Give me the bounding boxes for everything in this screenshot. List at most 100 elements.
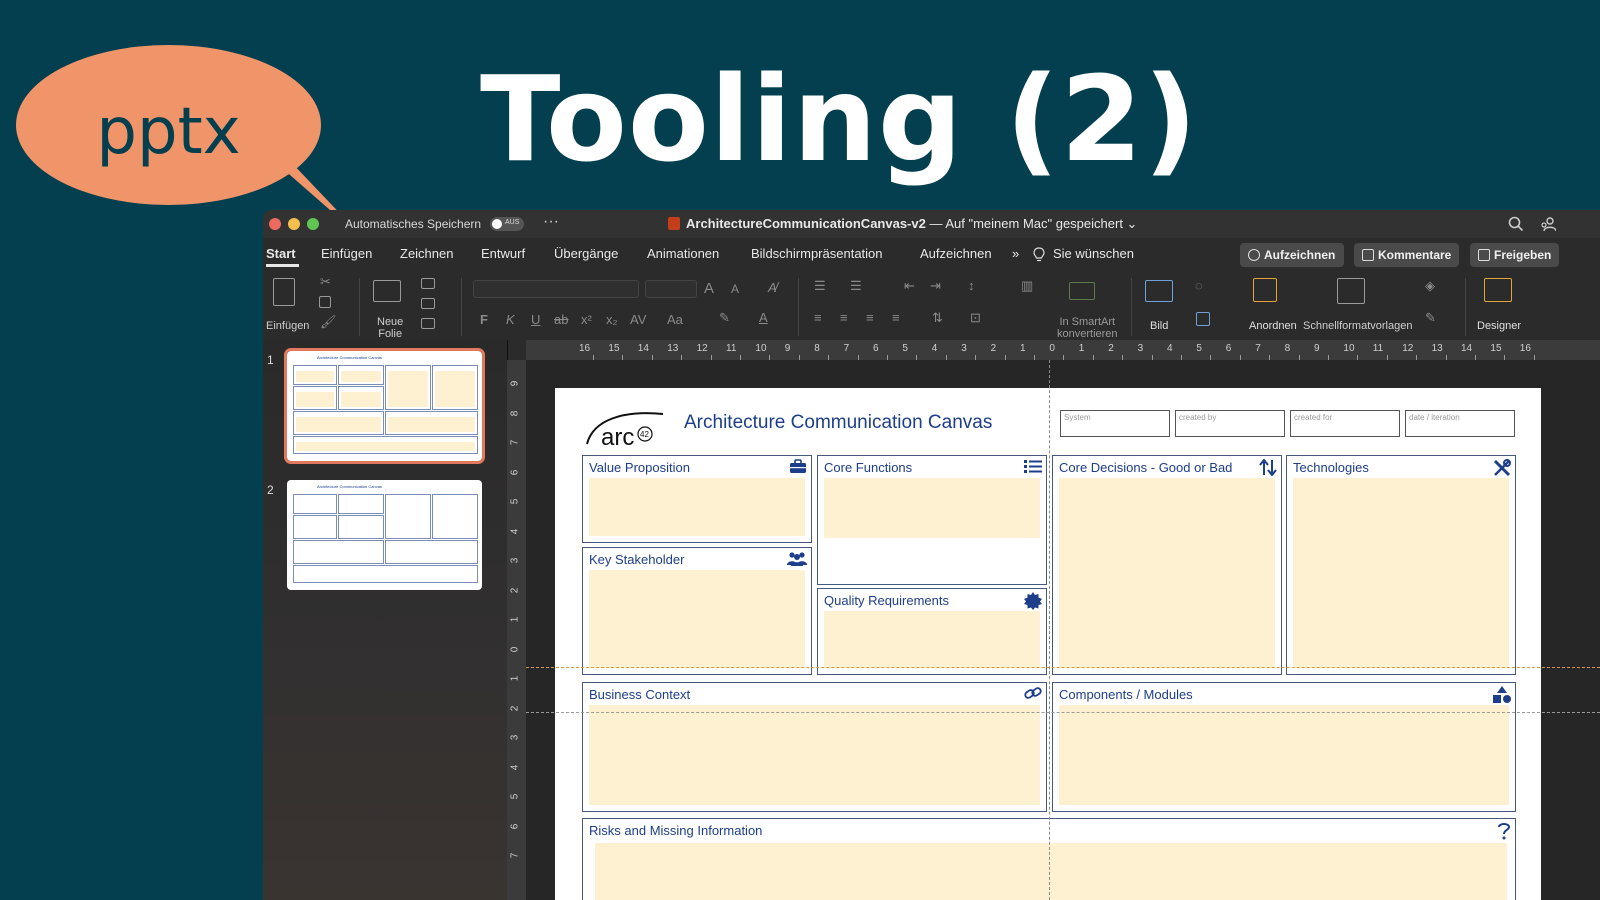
zoom-window-button[interactable] [307,218,319,230]
layout-icon[interactable] [421,278,435,289]
shapes-icon[interactable]: ◌ [1195,278,1203,293]
slide-thumbnail-2[interactable]: Architecture Communication Canvas [287,480,482,590]
picture-button-label[interactable]: Bild [1150,320,1168,332]
convert-smartart-label[interactable]: In SmartArt konvertieren [1057,316,1118,340]
ruler-tick [1210,355,1212,360]
record-button[interactable]: Aufzeichnen [1240,243,1344,267]
grow-font-button[interactable]: A [704,280,714,297]
core-functions-cell[interactable]: Core Functions [817,455,1047,585]
share-people-icon[interactable] [1540,216,1556,232]
close-window-button[interactable] [269,218,281,230]
search-icon[interactable] [1508,216,1524,232]
paste-button-label[interactable]: Einfügen [266,320,309,332]
align-text-icon[interactable]: ⊡ [970,310,981,326]
font-size-select[interactable] [645,280,697,298]
meta-system-field[interactable]: System [1060,410,1170,437]
text-direction-icon[interactable]: ⇅ [932,310,943,326]
components-modules-cell[interactable]: Components / Modules [1052,682,1516,812]
list-icon [1024,460,1042,473]
shape-outline-icon[interactable]: ✎ [1425,310,1436,326]
designer-button-label[interactable]: Designer [1477,320,1521,332]
picture-icon[interactable] [1145,280,1173,302]
align-center-icon[interactable]: ≡ [840,310,848,325]
quick-styles-label[interactable]: Schnellformatvorlagen [1303,320,1412,332]
tab-entwurf[interactable]: Entwurf [481,246,525,261]
ruler-tick-label: 4 [509,764,521,770]
more-options-button[interactable]: ··· [543,213,559,231]
change-case-button[interactable]: Aa [667,312,683,327]
new-slide-icon[interactable] [373,280,401,302]
copy-icon[interactable] [319,296,331,308]
justify-icon[interactable]: ≡ [892,310,900,325]
tab-einfuegen[interactable]: Einfügen [321,246,372,261]
tabs-overflow-button[interactable]: » [1012,246,1019,261]
highlight-icon[interactable]: ✎ [719,310,730,326]
technologies-cell[interactable]: Technologies [1286,455,1516,675]
quick-styles-icon[interactable] [1337,278,1365,304]
value-proposition-cell[interactable]: Value Proposition [582,455,812,543]
arrange-button-label[interactable]: Anordnen [1249,320,1297,332]
meta-date-iteration-field[interactable]: date / iteration [1405,410,1515,437]
numbering-icon[interactable]: ☰ [850,278,862,294]
reset-slide-icon[interactable] [421,298,435,309]
ruler-tick-label: 3 [509,557,521,564]
clear-formatting-icon[interactable]: A̸ [768,280,777,295]
tab-animationen[interactable]: Animationen [647,246,719,261]
shape-fill-icon[interactable]: ◈ [1425,278,1435,294]
cut-icon[interactable]: ✂ [320,274,331,290]
ruler-tick [1445,355,1447,360]
tab-zeichnen[interactable]: Zeichnen [400,246,453,261]
new-slide-label-line1: Neue [377,316,404,328]
font-family-select[interactable] [473,280,639,298]
ruler-tick-label: 16 [1519,343,1531,354]
character-spacing-button[interactable]: AV [630,312,646,327]
cell-fill [589,478,805,536]
canvas-title[interactable]: Architecture Communication Canvas [684,412,992,434]
ribbon-separator [1465,278,1466,336]
columns-icon[interactable]: ▥ [1021,278,1033,294]
document-location[interactable]: — Auf "meinem Mac" gespeichert ⌄ [926,216,1137,231]
new-slide-label[interactable]: Neue Folie [377,316,403,340]
font-color-icon[interactable]: A [759,310,768,325]
align-right-icon[interactable]: ≡ [866,310,874,325]
align-left-icon[interactable]: ≡ [814,310,822,325]
share-button[interactable]: Freigeben [1470,243,1559,267]
business-context-cell[interactable]: Business Context [582,682,1047,812]
minimize-window-button[interactable] [288,218,300,230]
meta-created-by-field[interactable]: created by [1175,410,1285,437]
strikethrough-button[interactable]: ab [554,312,568,327]
section-icon[interactable] [421,318,435,329]
tab-uebergaenge[interactable]: Übergänge [554,246,618,261]
underline-button[interactable]: U [531,312,540,327]
increase-indent-icon[interactable]: ⇥ [930,278,941,294]
italic-button[interactable]: K [506,312,515,327]
core-decisions-cell[interactable]: Core Decisions - Good or Bad [1052,455,1282,675]
comments-button[interactable]: Kommentare [1354,243,1459,267]
shrink-font-button[interactable]: A [731,282,739,296]
slide-canvas[interactable]: arc 42 Architecture Communication Canvas… [555,388,1541,900]
paste-icon[interactable] [273,278,295,306]
autosave-toggle[interactable]: AUS [490,217,524,231]
quality-requirements-cell[interactable]: Quality Requirements [817,588,1047,675]
arrange-icon[interactable] [1253,278,1277,302]
vertical-center-guide [1049,360,1050,900]
key-stakeholder-cell[interactable]: Key Stakeholder [582,547,812,675]
cell-header: Core Functions [824,460,913,475]
smartart-icon[interactable] [1069,282,1095,300]
tab-start[interactable]: Start [266,246,296,261]
format-painter-icon[interactable]: 🖌 [320,314,337,330]
designer-icon[interactable] [1484,278,1512,302]
meta-created-for-field[interactable]: created for [1290,410,1400,437]
horizontal-ruler: 16 15 14 13 12 11 10 9 8 7 6 5 4 3 2 1 0 1 2 3 4 5 6 7 8 9 10 11 12 1… [526,340,1600,360]
decrease-indent-icon[interactable]: ⇤ [904,278,915,294]
subscript-button[interactable]: x₂ [606,312,618,327]
textbox-icon[interactable] [1196,312,1210,326]
line-spacing-icon[interactable]: ↕ [968,278,975,293]
tab-bildschirmpraesentation[interactable]: Bildschirmpräsentation [751,246,883,261]
tab-aufzeichnen[interactable]: Aufzeichnen [920,246,992,261]
tell-me-search[interactable]: Sie wünschen [1053,246,1134,261]
superscript-button[interactable]: x² [581,312,592,327]
slide-thumbnail-1[interactable]: Architecture Communication Canvas [284,348,485,464]
bullets-icon[interactable]: ☰ [814,278,826,294]
bold-button[interactable]: F [480,312,488,327]
